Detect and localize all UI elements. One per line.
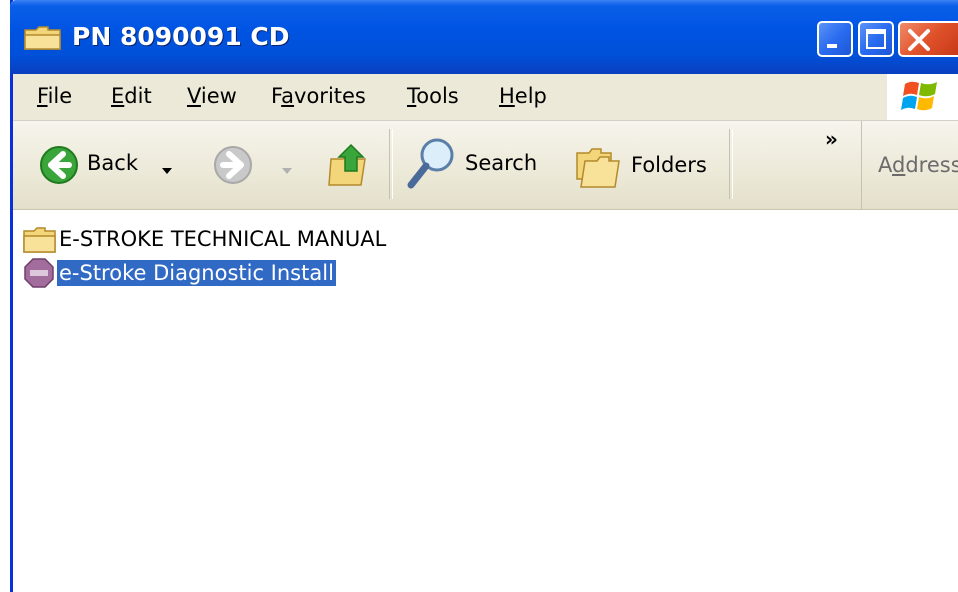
back-button[interactable]: Back — [37, 139, 197, 193]
menu-edit[interactable]: Edit — [111, 84, 152, 108]
menu-tools[interactable]: Tools — [407, 84, 459, 108]
menu-bar: File Edit View Favorites Tools Help — [13, 74, 958, 121]
menu-view[interactable]: View — [187, 84, 237, 108]
windows-logo-icon — [887, 74, 958, 120]
forward-button[interactable] — [213, 139, 303, 193]
search-icon — [403, 135, 459, 197]
file-name: e-Stroke Diagnostic Install — [57, 260, 336, 286]
folder-icon — [23, 226, 57, 258]
address-bar-area: Address — [861, 121, 958, 209]
up-folder-icon — [327, 141, 371, 191]
search-button[interactable]: Search — [403, 135, 555, 195]
folder-icon — [24, 26, 62, 50]
folders-label: Folders — [631, 153, 707, 177]
menu-help[interactable]: Help — [499, 84, 547, 108]
dropdown-arrow-icon[interactable] — [281, 161, 293, 180]
minimize-button[interactable] — [817, 21, 853, 57]
back-arrow-icon — [39, 145, 79, 189]
close-button[interactable] — [898, 21, 958, 57]
window-title: PN 8090091 CD — [72, 22, 290, 51]
search-label: Search — [465, 151, 538, 175]
file-name: E-STROKE TECHNICAL MANUAL — [59, 227, 387, 251]
standard-toolbar: Back Search Folders » Address — [13, 121, 958, 210]
address-label[interactable]: Address — [878, 153, 958, 177]
menu-favorites[interactable]: Favorites — [271, 84, 366, 108]
title-bar[interactable]: PN 8090091 CD — [10, 0, 958, 74]
back-label: Back — [87, 151, 138, 175]
folders-icon — [573, 139, 625, 195]
installer-icon — [23, 257, 55, 293]
file-list: E-STROKE TECHNICAL MANUAL e-Stroke Diagn… — [13, 210, 958, 592]
menu-file[interactable]: File — [37, 84, 72, 108]
dropdown-arrow-icon[interactable] — [161, 161, 173, 180]
forward-arrow-icon — [213, 145, 253, 189]
up-folder-button[interactable] — [323, 139, 373, 193]
toolbar-overflow-chevron[interactable]: » — [825, 127, 838, 151]
folders-button[interactable]: Folders — [569, 135, 729, 195]
toolbar-separator — [729, 129, 733, 199]
toolbar-separator — [389, 129, 393, 199]
explorer-window: PN 8090091 CD File Edit View Favorites T… — [10, 0, 958, 592]
maximize-button[interactable] — [858, 21, 894, 57]
